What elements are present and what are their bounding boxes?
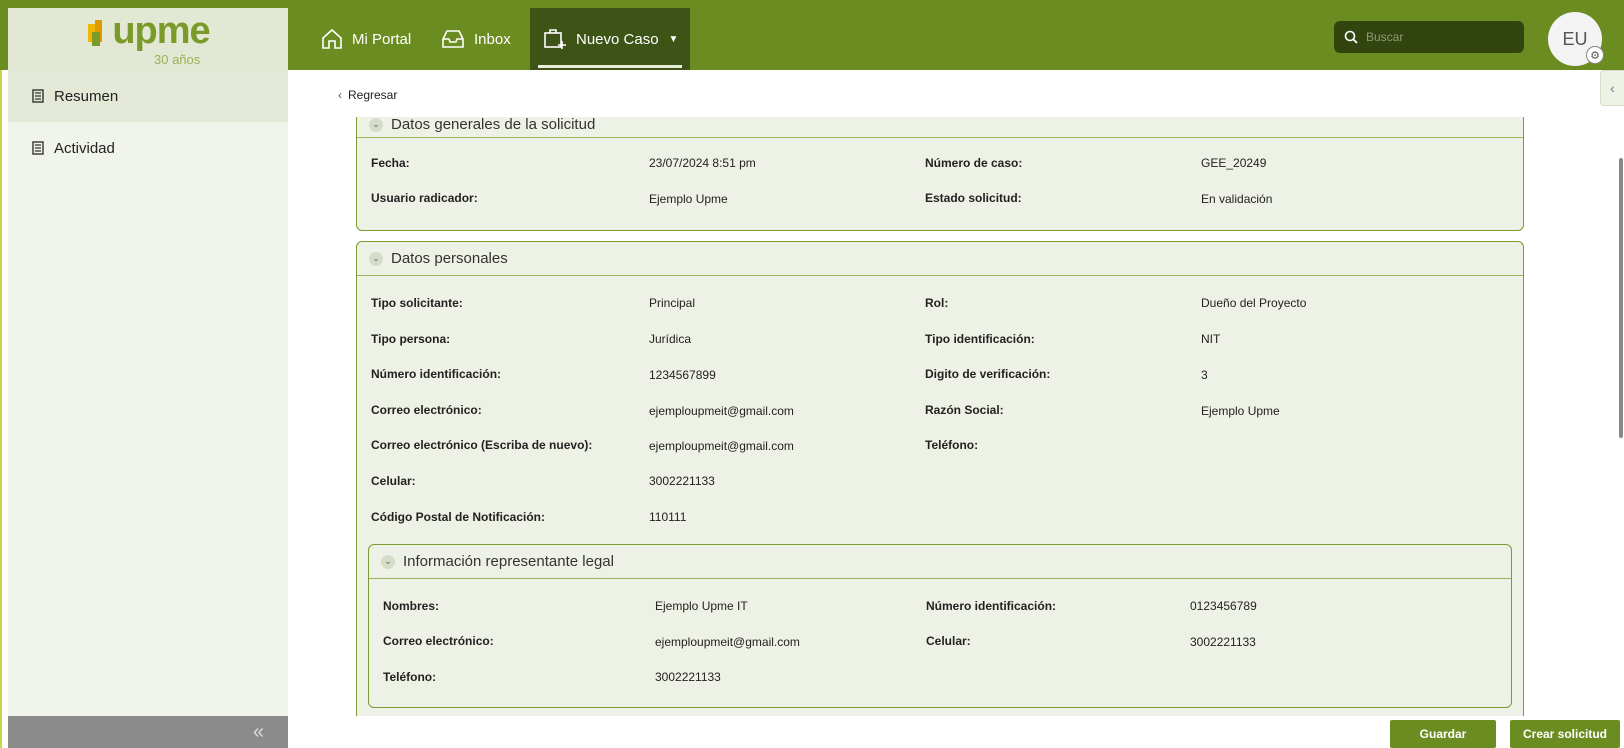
vertical-scrollbar[interactable] bbox=[1619, 158, 1623, 438]
field-label: Usuario radicador: bbox=[371, 191, 478, 205]
back-link[interactable]: ‹ Regresar bbox=[338, 88, 397, 102]
panel-header[interactable]: ⌄ Datos personales bbox=[357, 242, 1523, 276]
nav-inbox[interactable]: Inbox bbox=[440, 8, 511, 70]
field-label: Celular: bbox=[371, 474, 416, 488]
right-panel-toggle[interactable]: ‹ bbox=[1600, 70, 1624, 106]
field-value: Jurídica bbox=[649, 332, 692, 346]
document-icon bbox=[32, 89, 44, 103]
active-tab-indicator bbox=[538, 65, 682, 68]
field-value: 3002221133 bbox=[1190, 635, 1256, 649]
field-label: Nombres: bbox=[383, 599, 440, 613]
chevron-down-icon: ⌄ bbox=[369, 251, 383, 266]
sidebar-item-label: Resumen bbox=[54, 87, 119, 105]
chevron-down-icon: ⌄ bbox=[369, 117, 383, 132]
field-value: 3 bbox=[1201, 368, 1208, 382]
panel-title: Información representante legal bbox=[403, 553, 614, 570]
logo[interactable]: upme 30 años bbox=[8, 8, 288, 70]
chevron-left-icon: ‹ bbox=[338, 88, 342, 102]
field-value: 1234567899 bbox=[649, 368, 716, 382]
field-value: Ejemplo Upme bbox=[649, 192, 728, 206]
chevron-down-icon: ⌄ bbox=[381, 554, 395, 569]
sidebar-item-resumen[interactable]: Resumen bbox=[8, 70, 288, 122]
search-input[interactable] bbox=[1366, 30, 1516, 44]
field-value: En validación bbox=[1201, 192, 1273, 206]
field-label: Rol: bbox=[925, 296, 949, 310]
field-label: Número identificación: bbox=[926, 599, 1057, 613]
document-icon bbox=[32, 141, 44, 155]
settings-gear-icon[interactable]: ⚙ bbox=[1586, 46, 1604, 64]
field-label: Correo electrónico: bbox=[371, 403, 482, 417]
field-value: GEE_20249 bbox=[1201, 156, 1267, 170]
back-label: Regresar bbox=[348, 88, 398, 102]
create-request-button[interactable]: Crear solicitud bbox=[1510, 720, 1620, 748]
caret-down-icon: ▼ bbox=[668, 33, 679, 45]
panel-header[interactable]: ⌄ Datos generales de la solicitud bbox=[357, 117, 1523, 138]
field-label: Correo electrónico (Escriba de nuevo): bbox=[371, 438, 593, 452]
field-label: Teléfono: bbox=[383, 670, 437, 684]
field-value: NIT bbox=[1201, 332, 1221, 346]
field-value: Principal bbox=[649, 296, 696, 310]
nav-mi-portal[interactable]: Mi Portal bbox=[320, 8, 411, 70]
logo-subtitle: 30 años bbox=[154, 52, 201, 67]
field-label: Razón Social: bbox=[925, 403, 1004, 417]
chevron-left-icon: ‹ bbox=[1610, 80, 1615, 96]
main-content: ‹ Regresar ⌄ Datos generales de la solic… bbox=[288, 70, 1624, 716]
search-box[interactable] bbox=[1334, 21, 1524, 53]
sidebar-item-actividad[interactable]: Actividad bbox=[8, 122, 288, 174]
field-value: 3002221133 bbox=[655, 670, 721, 684]
field-label: Celular: bbox=[926, 634, 971, 648]
save-button[interactable]: Guardar bbox=[1390, 720, 1496, 748]
field-label: Digito de verificación: bbox=[925, 367, 1051, 381]
logo-mark-icon bbox=[88, 20, 103, 46]
field-label: Tipo identificación: bbox=[925, 332, 1035, 346]
field-value: Dueño del Proyecto bbox=[1201, 296, 1307, 310]
field-label: Correo electrónico: bbox=[383, 634, 494, 648]
field-label: Estado solicitud: bbox=[925, 191, 1022, 205]
field-label: Número identificación: bbox=[371, 367, 502, 381]
field-label: Fecha: bbox=[371, 156, 410, 170]
top-navbar: upme 30 años Mi Portal Inbox Nuevo Caso … bbox=[0, 0, 1624, 70]
field-label: Número de caso: bbox=[925, 156, 1023, 170]
field-label: Código Postal de Notificación: bbox=[371, 510, 546, 524]
panel-title: Datos generales de la solicitud bbox=[391, 117, 596, 133]
panel-header[interactable]: ⌄ Información representante legal bbox=[369, 545, 1511, 579]
panel-title: Datos personales bbox=[391, 250, 508, 267]
panel-datos-generales: ⌄ Datos generales de la solicitud Fecha:… bbox=[356, 117, 1524, 231]
new-case-icon bbox=[544, 29, 566, 49]
field-value: ejemploupmeit@gmail.com bbox=[649, 404, 794, 418]
field-value: ejemploupmeit@gmail.com bbox=[649, 439, 794, 453]
field-label: Tipo persona: bbox=[371, 332, 451, 346]
sidebar: Resumen Actividad bbox=[8, 70, 288, 716]
field-value: 23/07/2024 8:51 pm bbox=[649, 156, 756, 170]
field-value: 110111 bbox=[649, 510, 687, 524]
home-icon bbox=[322, 28, 342, 49]
nav-nuevo-caso[interactable]: Nuevo Caso ▼ bbox=[530, 8, 690, 70]
field-label: Teléfono: bbox=[925, 438, 979, 452]
panel-datos-personales: ⌄ Datos personales Tipo solicitante: Pri… bbox=[356, 241, 1524, 716]
action-bar: Guardar Crear solicitud bbox=[288, 716, 1624, 748]
double-chevron-left-icon: « bbox=[252, 720, 264, 743]
scroll-area[interactable]: ⌄ Datos generales de la solicitud Fecha:… bbox=[348, 117, 1528, 716]
nav-label: Inbox bbox=[474, 30, 511, 48]
field-value: 3002221133 bbox=[649, 474, 715, 488]
field-value: ejemploupmeit@gmail.com bbox=[655, 635, 800, 649]
logo-text: upme bbox=[112, 10, 210, 52]
sidebar-item-label: Actividad bbox=[54, 139, 115, 157]
nav-label: Nuevo Caso bbox=[576, 30, 659, 48]
avatar-initials: EU bbox=[1562, 28, 1588, 49]
search-icon bbox=[1344, 30, 1358, 44]
inbox-icon bbox=[442, 30, 464, 48]
field-label: Tipo solicitante: bbox=[371, 296, 463, 310]
field-value: Ejemplo Upme IT bbox=[655, 599, 748, 613]
panel-representante-legal: ⌄ Información representante legal Nombre… bbox=[368, 544, 1512, 708]
sidebar-collapse-button[interactable]: « bbox=[8, 716, 288, 748]
nav-label: Mi Portal bbox=[352, 30, 412, 48]
field-value: Ejemplo Upme bbox=[1201, 404, 1280, 418]
field-value: 0123456789 bbox=[1190, 599, 1257, 613]
